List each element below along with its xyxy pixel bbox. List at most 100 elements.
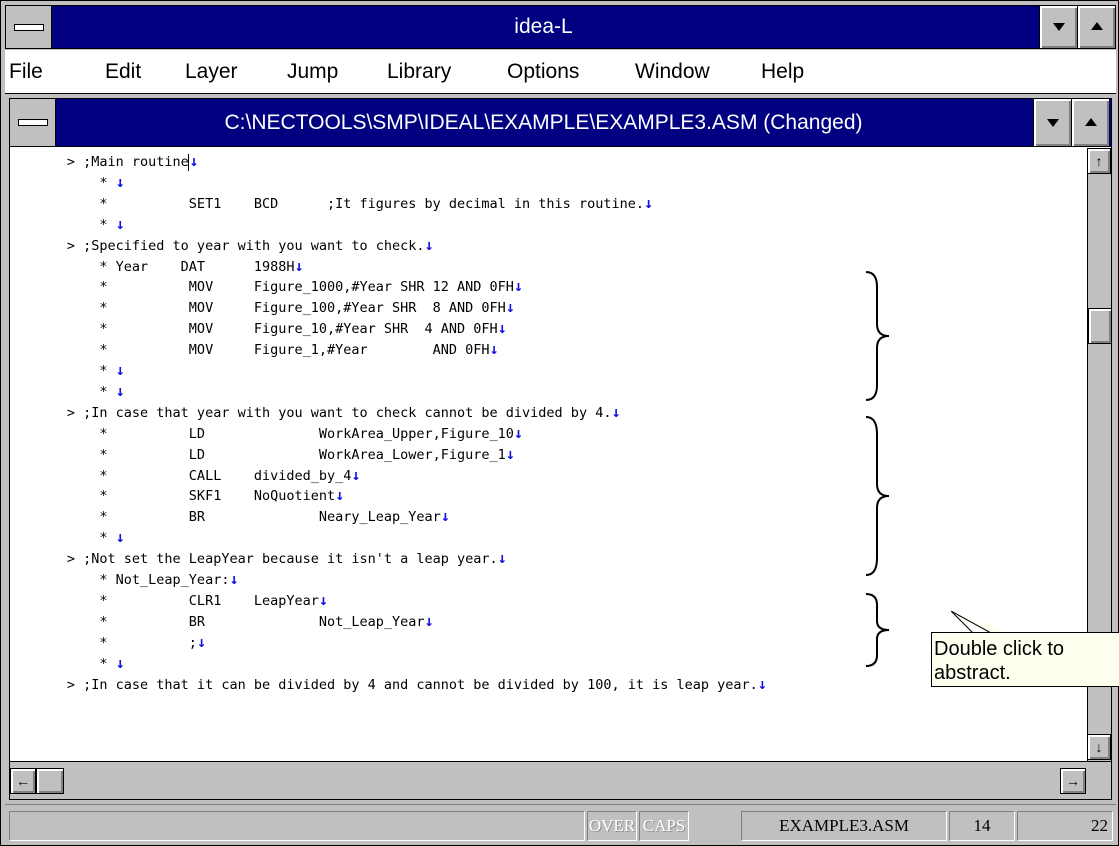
- code-text: > ;Main routine: [10, 154, 189, 170]
- code-line[interactable]: > ;Not set the LeapYear because it isn't…: [10, 549, 507, 570]
- menu-layer[interactable]: Layer: [185, 50, 238, 94]
- code-line[interactable]: * SET1 BCD ;It figures by decimal in thi…: [10, 194, 653, 215]
- scroll-up-button[interactable]: ↑: [1087, 148, 1111, 174]
- document-title-bar[interactable]: C:\NECTOOLS\SMP\IDEAL\EXAMPLE\EXAMPLE3.A…: [10, 99, 1111, 147]
- app-system-menu-button[interactable]: [6, 6, 52, 48]
- newline-marker-icon: ↓: [318, 590, 328, 609]
- code-text: * SET1 BCD ;It figures by decimal in thi…: [10, 195, 644, 212]
- menu-window[interactable]: Window: [635, 50, 710, 94]
- code-text: * BR Neary_Leap_Year: [10, 509, 441, 526]
- tooltip-line-1: Double click to: [934, 638, 1065, 660]
- block-brace[interactable]: [863, 269, 893, 404]
- code-line[interactable]: * Year DAT 1988H↓: [10, 256, 304, 278]
- code-line[interactable]: * ↓: [10, 528, 124, 549]
- maximize-icon: [1091, 22, 1103, 30]
- newline-marker-icon: ↓: [115, 381, 125, 400]
- block-brace[interactable]: [863, 591, 893, 669]
- code-line[interactable]: * ↓: [10, 654, 124, 675]
- code-line[interactable]: * SKF1 NoQuotient↓: [10, 486, 344, 507]
- document-window: C:\NECTOOLS\SMP\IDEAL\EXAMPLE\EXAMPLE3.A…: [9, 98, 1112, 800]
- document-minimize-button[interactable]: [1033, 99, 1071, 146]
- newline-marker-icon: ↓: [497, 319, 507, 338]
- app-title-bar[interactable]: idea-L: [5, 5, 1116, 49]
- code-line[interactable]: * ↓: [10, 172, 125, 194]
- code-line[interactable]: * ↓: [10, 214, 125, 236]
- newline-marker-icon: ↓: [294, 256, 304, 275]
- vertical-scroll-thumb[interactable]: [1088, 308, 1112, 344]
- newline-marker-icon: ↓: [757, 674, 767, 693]
- scroll-right-button[interactable]: →: [1060, 768, 1086, 794]
- code-editor[interactable]: > ;Main routine↓ * ↓ * SET1 BCD ;It figu…: [10, 148, 1086, 761]
- code-line[interactable]: * LD WorkArea_Upper,Figure_10↓: [10, 424, 523, 445]
- code-text: * CALL divided_by_4: [10, 467, 352, 484]
- code-line[interactable]: > ;In case that it can be divided by 4 a…: [10, 675, 767, 696]
- code-line[interactable]: * Not_Leap_Year:↓: [10, 570, 238, 591]
- newline-marker-icon: ↓: [643, 193, 653, 212]
- menu-edit[interactable]: Edit: [105, 50, 141, 94]
- code-text: *: [10, 383, 116, 400]
- arrow-down-icon: ↓: [1095, 739, 1103, 755]
- code-line[interactable]: * ↓: [10, 381, 125, 403]
- scroll-left-button[interactable]: ←: [10, 768, 36, 794]
- newline-marker-icon: ↓: [513, 277, 523, 296]
- menu-library[interactable]: Library: [387, 50, 451, 94]
- code-text: * LD WorkArea_Lower,Figure_1: [10, 446, 506, 463]
- minimize-icon: [1047, 119, 1059, 127]
- code-text: * ;: [10, 634, 197, 651]
- arrow-left-icon: ←: [16, 773, 30, 789]
- code-line[interactable]: * LD WorkArea_Lower,Figure_1↓: [10, 445, 514, 466]
- code-line[interactable]: * ↓: [10, 361, 124, 382]
- status-column-number: 22: [1017, 811, 1113, 841]
- code-line[interactable]: * CALL divided_by_4↓: [10, 466, 360, 487]
- code-line[interactable]: * MOV Figure_100,#Year SHR 8 AND 0FH↓: [10, 298, 514, 319]
- code-line[interactable]: > ;Specified to year with you want to ch…: [10, 236, 434, 257]
- newline-marker-icon: ↓: [335, 486, 345, 505]
- code-text: > ;In case that year with you want to ch…: [10, 404, 612, 421]
- code-line[interactable]: * MOV Figure_1000,#Year SHR 12 AND 0FH↓: [10, 277, 523, 298]
- code-line[interactable]: > ;In case that year with you want to ch…: [10, 402, 621, 424]
- tooltip-line-2: abstract.: [934, 662, 1011, 684]
- application-window: idea-L File Edit Layer Jump Library Opti…: [0, 0, 1119, 846]
- app-maximize-button[interactable]: [1077, 6, 1115, 48]
- horizontal-scrollbar[interactable]: ← →: [10, 761, 1111, 799]
- code-text: * MOV Figure_1000,#Year SHR 12 AND 0FH: [10, 279, 514, 296]
- app-title: idea-L: [514, 15, 573, 38]
- app-minimize-button[interactable]: [1039, 6, 1077, 48]
- code-text: * SKF1 NoQuotient: [10, 488, 336, 505]
- status-message-field: [9, 811, 585, 841]
- newline-marker-icon: ↓: [189, 152, 199, 170]
- code-text: * Year DAT 1988H: [10, 258, 295, 275]
- menu-jump[interactable]: Jump: [287, 50, 338, 94]
- document-system-menu-button[interactable]: [10, 99, 56, 146]
- code-text: * CLR1 LeapYear: [10, 592, 319, 609]
- scroll-down-button[interactable]: ↓: [1087, 734, 1111, 760]
- newline-marker-icon: ↓: [115, 214, 125, 233]
- code-text: *: [10, 363, 116, 379]
- code-line[interactable]: * MOV Figure_10,#Year SHR 4 AND 0FH↓: [10, 319, 507, 340]
- code-text: * LD WorkArea_Upper,Figure_10: [10, 425, 514, 442]
- newline-marker-icon: ↓: [611, 402, 621, 421]
- newline-marker-icon: ↓: [489, 340, 499, 359]
- document-maximize-button[interactable]: [1071, 99, 1109, 146]
- horizontal-scroll-thumb[interactable]: [36, 768, 64, 794]
- menu-file[interactable]: File: [9, 50, 43, 94]
- newline-marker-icon: ↓: [497, 549, 507, 568]
- code-line[interactable]: > ;Main routine↓: [10, 152, 198, 173]
- menu-options[interactable]: Options: [507, 50, 579, 94]
- code-line[interactable]: * BR Neary_Leap_Year↓: [10, 507, 449, 528]
- code-text: * MOV Figure_100,#Year SHR 8 AND 0FH: [10, 300, 506, 317]
- code-line[interactable]: * CLR1 LeapYear↓: [10, 591, 328, 612]
- menu-help[interactable]: Help: [761, 50, 804, 94]
- code-line[interactable]: * ;↓: [10, 633, 206, 654]
- status-bar: OVER CAPS EXAMPLE3.ASM 14 22: [5, 804, 1116, 843]
- document-title: C:\NECTOOLS\SMP\IDEAL\EXAMPLE\EXAMPLE3.A…: [224, 111, 863, 134]
- status-filename: EXAMPLE3.ASM: [741, 811, 947, 841]
- code-text: *: [10, 530, 116, 547]
- code-text: *: [10, 216, 116, 233]
- newline-marker-icon: ↓: [115, 172, 125, 191]
- code-line[interactable]: * BR Not_Leap_Year↓: [10, 612, 433, 633]
- newline-marker-icon: ↓: [351, 465, 361, 484]
- block-brace[interactable]: [863, 414, 893, 579]
- code-text: > ;Specified to year with you want to ch…: [10, 237, 425, 254]
- code-line[interactable]: * MOV Figure_1,#Year AND 0FH↓: [10, 340, 499, 361]
